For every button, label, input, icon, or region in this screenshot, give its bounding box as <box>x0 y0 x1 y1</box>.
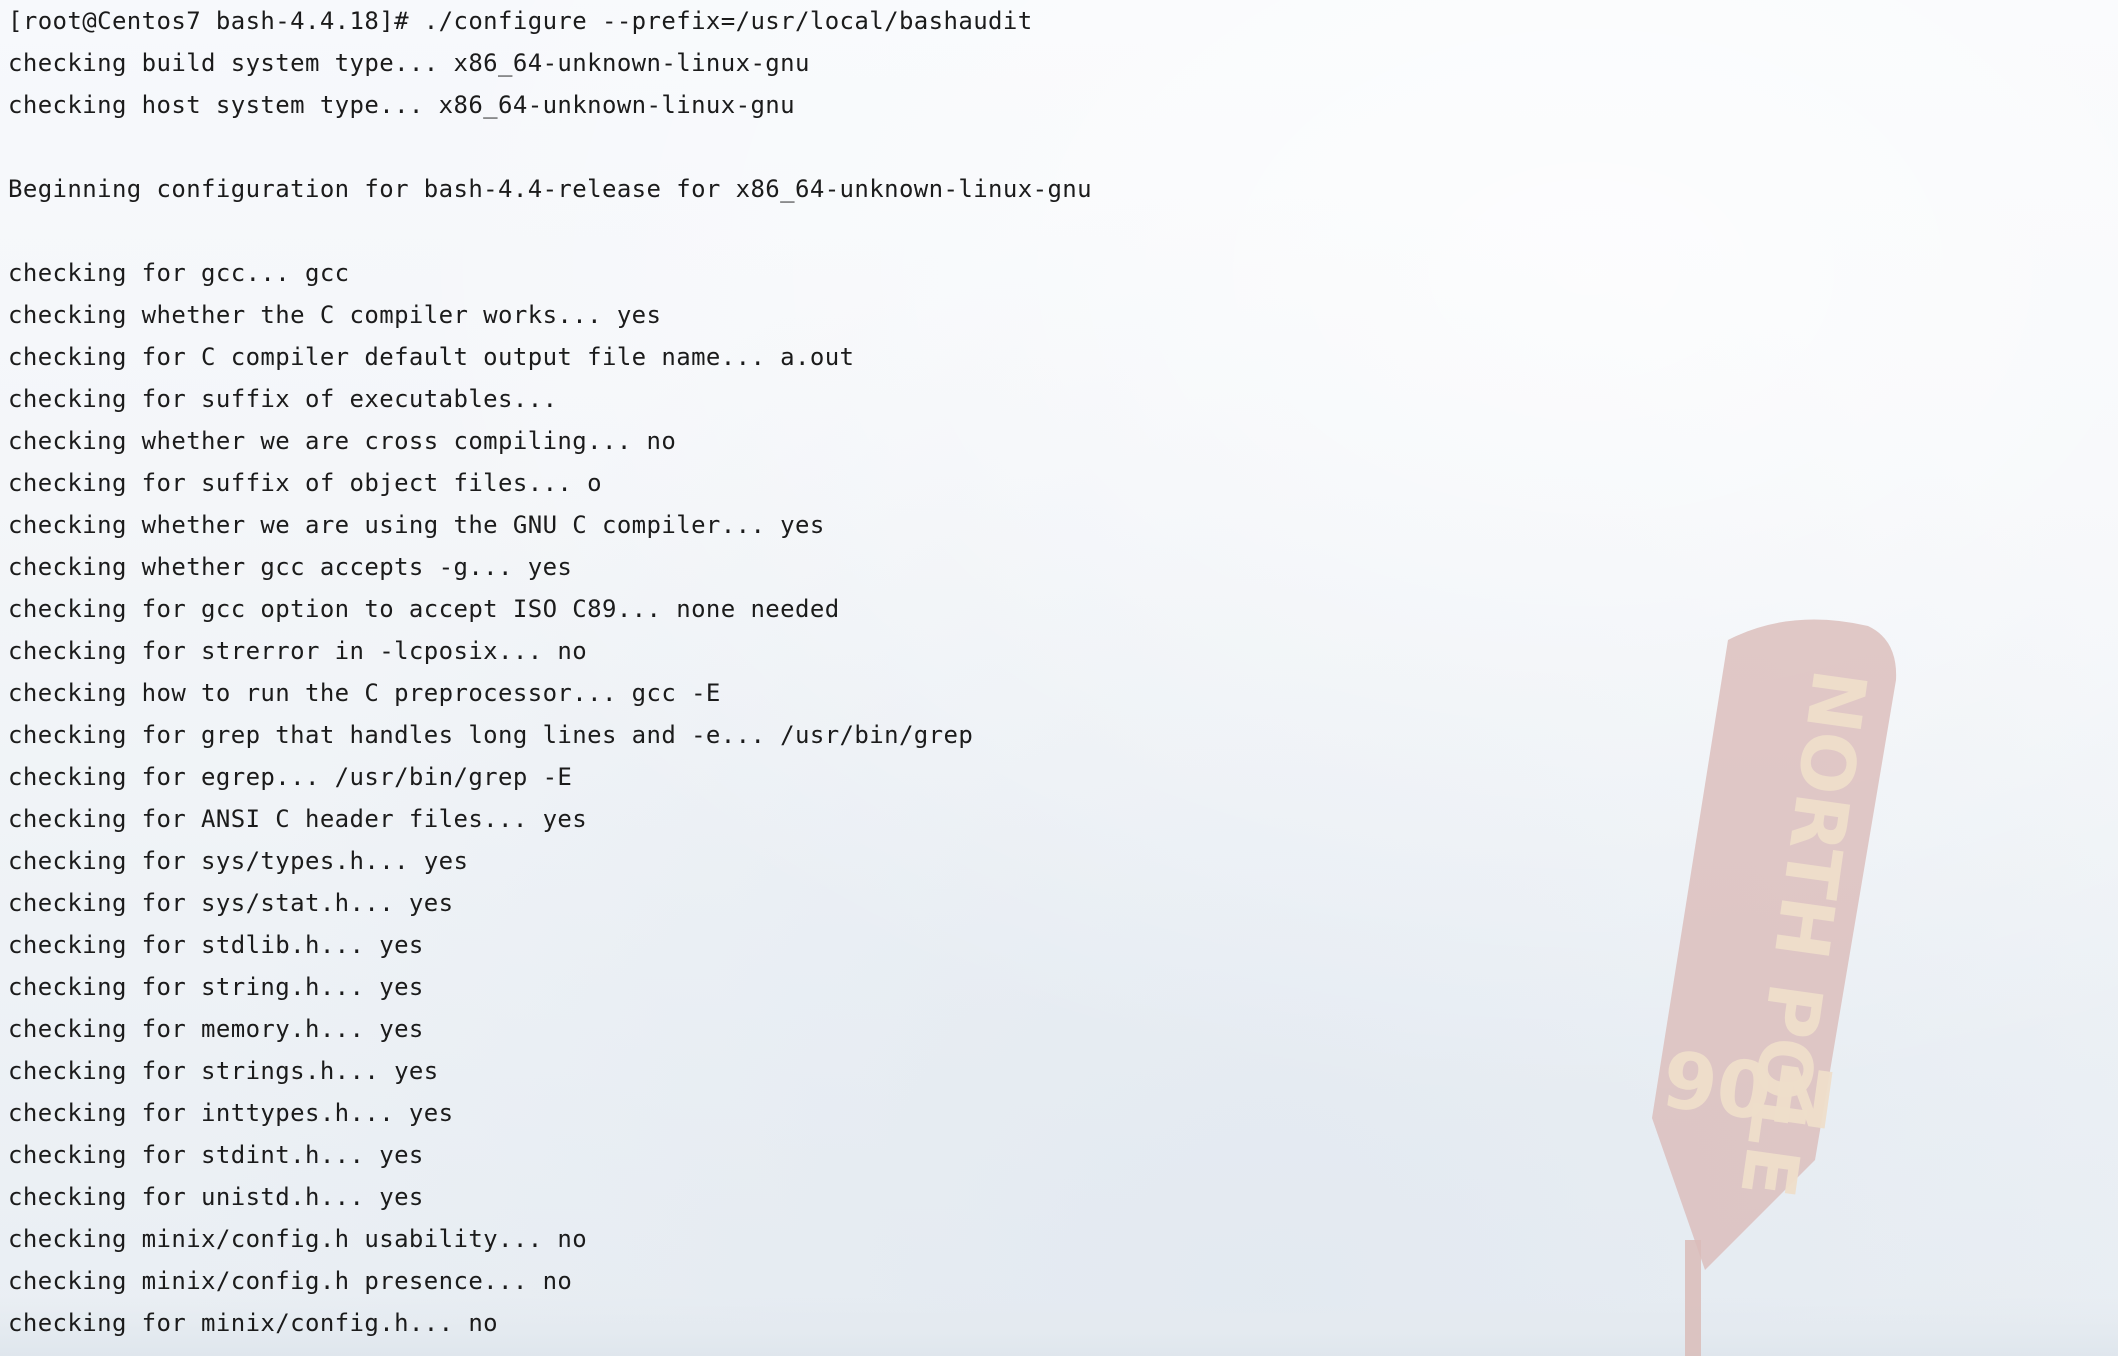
terminal-output-line: checking for gcc... gcc <box>8 259 350 287</box>
terminal-output-line: checking how to run the C preprocessor..… <box>8 679 721 707</box>
terminal-output-line: checking minix/config.h usability... no <box>8 1225 588 1253</box>
terminal-output-line: checking for sys/types.h... yes <box>8 847 469 875</box>
terminal-output-line: checking for sys/stat.h... yes <box>8 889 454 917</box>
terminal-output-line: checking for memory.h... yes <box>8 1015 424 1043</box>
terminal-output-line: checking whether we are cross compiling.… <box>8 427 677 455</box>
terminal-output-line: checking build system type... x86_64-unk… <box>8 49 810 77</box>
terminal-output-line: checking for inttypes.h... yes <box>8 1099 454 1127</box>
terminal-output-line: checking for minix/config.h... no <box>8 1309 499 1337</box>
sign-subtext: 90N <box>1657 1035 1842 1148</box>
sign-text: NORTH POLE <box>1723 664 1882 1202</box>
terminal-output-line: checking minix/config.h presence... no <box>8 1267 573 1295</box>
terminal-output-line: checking for suffix of executables... <box>8 385 558 413</box>
terminal-output-line: checking whether gcc accepts -g... yes <box>8 553 573 581</box>
terminal-output-line: checking for strings.h... yes <box>8 1057 439 1085</box>
terminal-output-line: checking for stdint.h... yes <box>8 1141 424 1169</box>
terminal-output-line: Beginning configuration for bash-4.4-rel… <box>8 175 1092 203</box>
terminal-output-line: checking for egrep... /usr/bin/grep -E <box>8 763 573 791</box>
terminal-output-line: checking for unistd.h... yes <box>8 1183 424 1211</box>
terminal-output-line: checking for suffix of object files... o <box>8 469 602 497</box>
terminal-output-line: checking for strerror in -lcposix... no <box>8 637 588 665</box>
terminal-output-line: checking for ANSI C header files... yes <box>8 805 588 833</box>
terminal-output-line: checking whether the C compiler works...… <box>8 301 662 329</box>
terminal-output-line: checking for stdlib.h... yes <box>8 931 424 959</box>
terminal-output-line: checking for grep that handles long line… <box>8 721 974 749</box>
terminal-output-line: checking for gcc option to accept ISO C8… <box>8 595 840 623</box>
terminal-output-line: checking for string.h... yes <box>8 973 424 1001</box>
terminal-output-line: checking host system type... x86_64-unkn… <box>8 91 796 119</box>
terminal-command-line: [root@Centos7 bash-4.4.18]# ./configure … <box>8 7 1033 35</box>
terminal-output: [root@Centos7 bash-4.4.18]# ./configure … <box>8 0 1508 1356</box>
terminal-output-line: checking for C compiler default output f… <box>8 343 855 371</box>
terminal-output-line: checking whether we are using the GNU C … <box>8 511 825 539</box>
